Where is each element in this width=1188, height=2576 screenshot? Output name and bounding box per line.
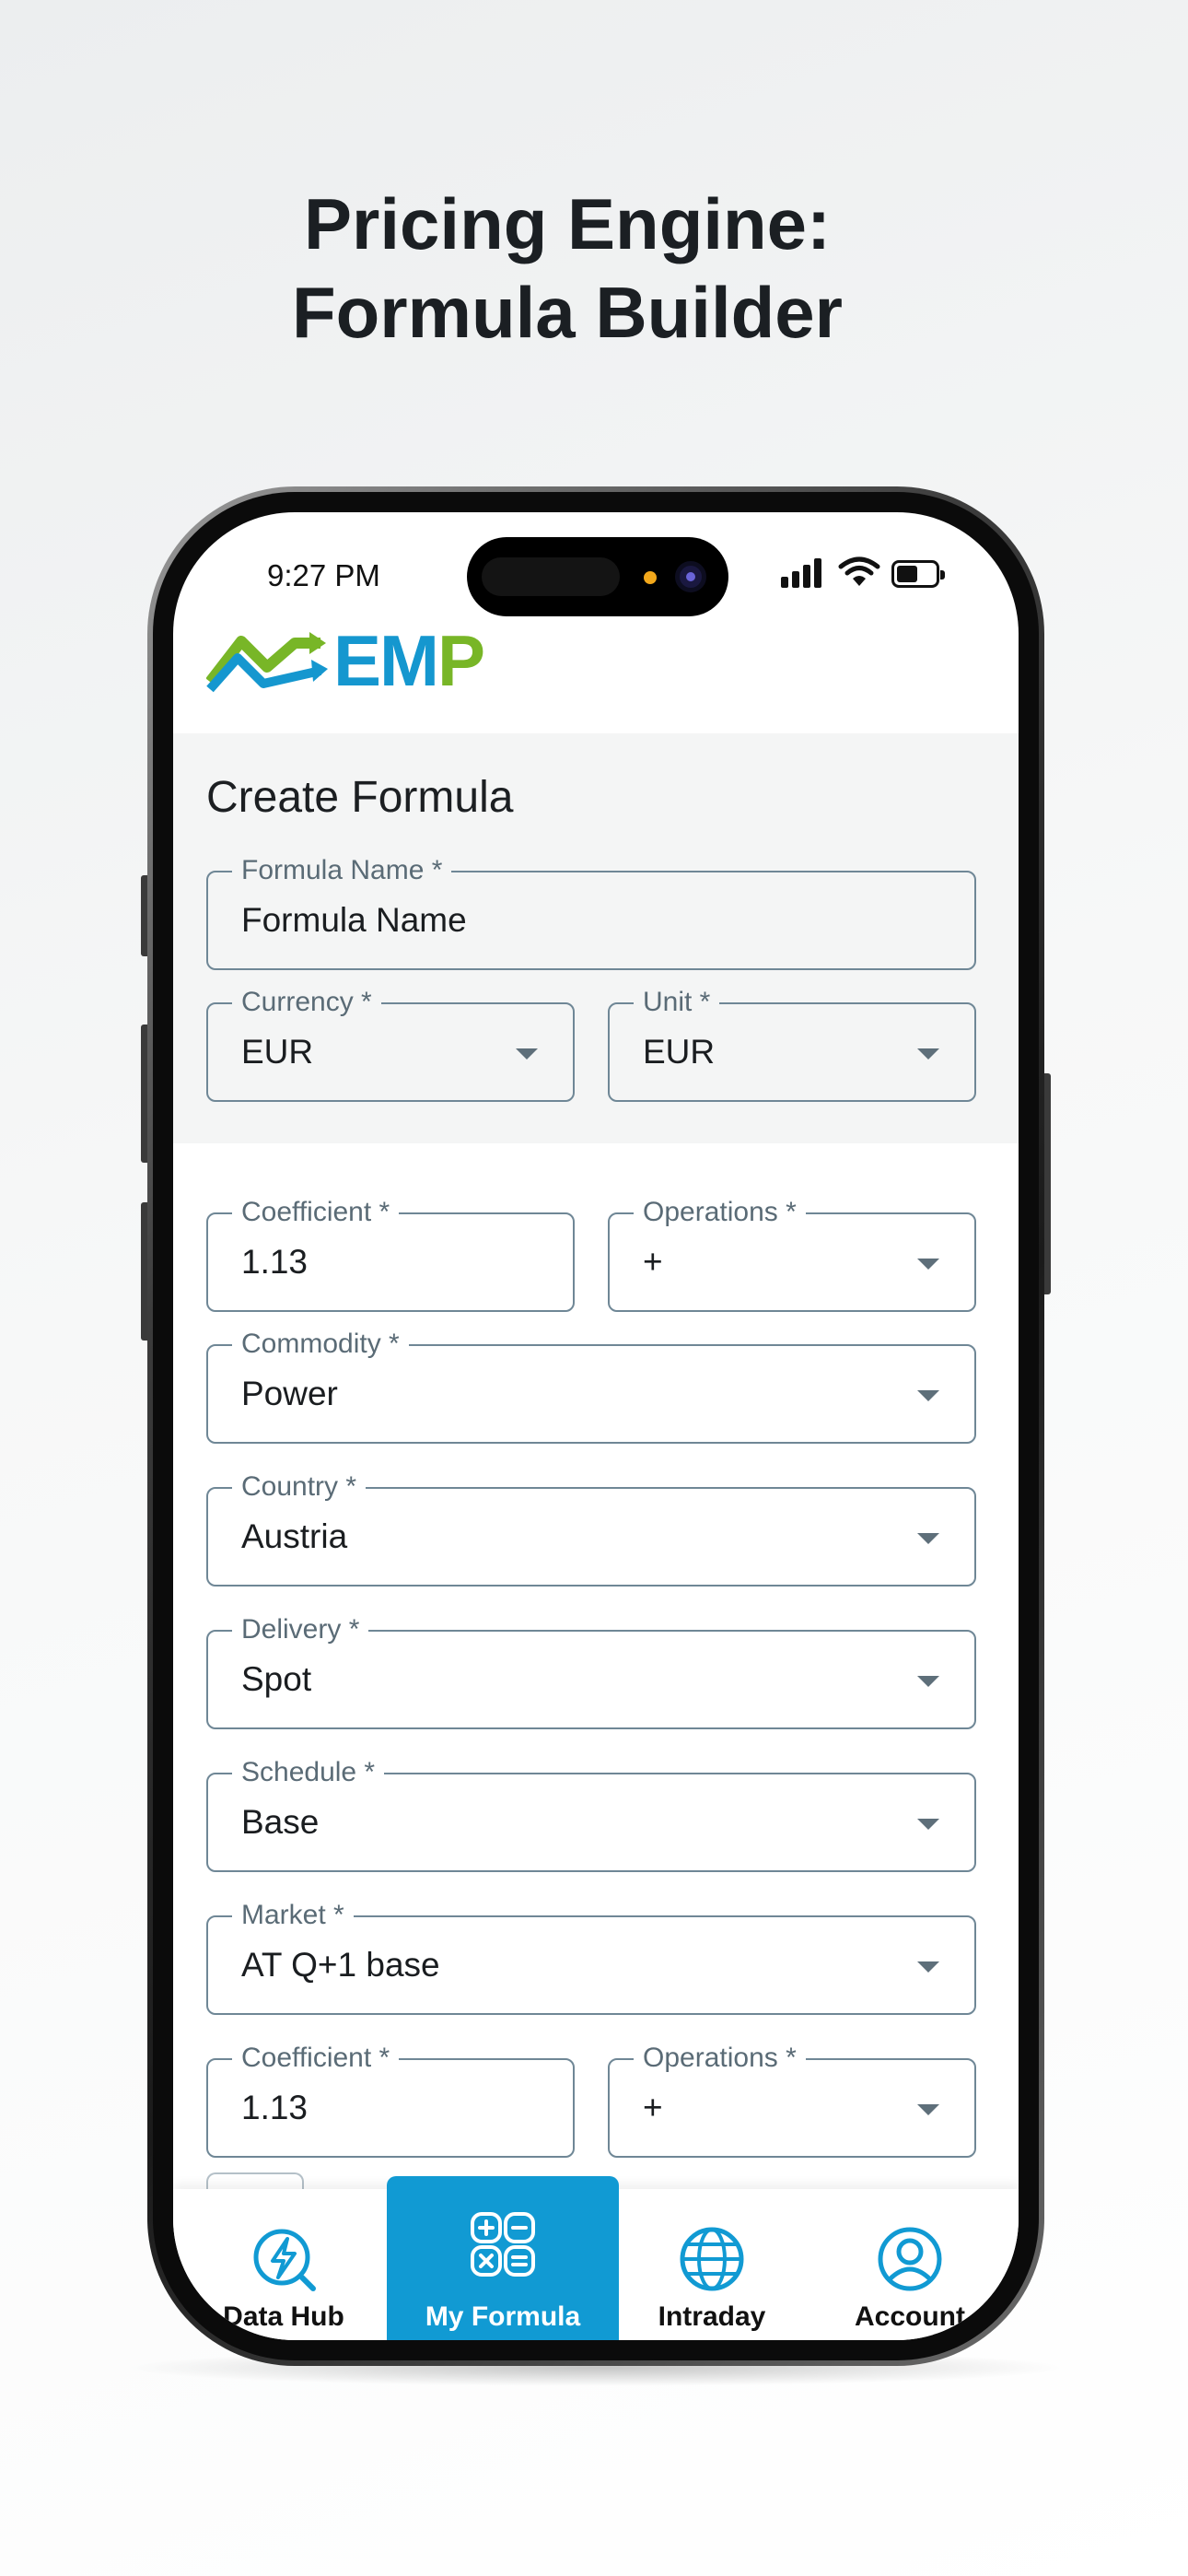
- currency-label: Currency *: [232, 986, 381, 1019]
- formula-name-label: Formula Name *: [232, 854, 452, 887]
- nav-label-data-hub: Data Hub: [223, 2301, 344, 2332]
- phone-screen: 9:27 PM EMP Create Formula Formula Name …: [173, 512, 1019, 2340]
- commodity-value: Power: [241, 1375, 338, 1412]
- phone-frame: 9:27 PM EMP Create Formula Formula Name …: [147, 486, 1044, 2366]
- currency-select[interactable]: Currency * EUR: [206, 986, 575, 1102]
- chevron-down-icon: [917, 1676, 939, 1687]
- nav-item-intraday[interactable]: Intraday: [634, 2189, 790, 2340]
- calculator-icon: [471, 2212, 535, 2277]
- chevron-down-icon: [917, 1961, 939, 1973]
- privacy-indicator-dot: [644, 571, 657, 584]
- chevron-down-icon: [917, 1819, 939, 1830]
- operations-select[interactable]: Operations * +: [608, 1196, 976, 1312]
- chevron-down-icon: [917, 1390, 939, 1401]
- logo-text-em: EM: [333, 620, 439, 701]
- logo-text-p: P: [437, 620, 485, 701]
- emp-logo: EMP: [206, 625, 538, 697]
- market-select[interactable]: Market * AT Q+1 base: [206, 1899, 976, 2015]
- unit-value: EUR: [643, 1033, 716, 1071]
- schedule-select[interactable]: Schedule * Base: [206, 1756, 976, 1872]
- nav-label-my-formula: My Formula: [425, 2301, 581, 2332]
- lightning-search-icon: [253, 2229, 316, 2291]
- coefficient-field[interactable]: Coefficient * 1.13: [206, 1196, 575, 1312]
- create-formula-title: Create Formula: [206, 773, 514, 822]
- operations-label: Operations *: [634, 1196, 806, 1229]
- country-label: Country *: [232, 1470, 367, 1504]
- user-circle-icon: [878, 2227, 942, 2291]
- unit-select[interactable]: Unit * EUR: [608, 986, 976, 1102]
- currency-value: EUR: [241, 1033, 314, 1071]
- dynamic-island: [467, 537, 728, 616]
- schedule-label: Schedule *: [232, 1756, 385, 1789]
- wifi-icon: [838, 556, 880, 586]
- coefficient-field-2[interactable]: Coefficient * 1.13: [206, 2042, 575, 2158]
- nav-label-intraday: Intraday: [658, 2301, 766, 2332]
- nav-item-data-hub[interactable]: Data Hub: [192, 2189, 376, 2340]
- coefficient-value-2: 1.13: [241, 2089, 309, 2126]
- schedule-value: Base: [241, 1803, 320, 1841]
- operations-label-2: Operations *: [634, 2042, 806, 2075]
- formula-name-value: Formula Name: [241, 901, 467, 939]
- delivery-select[interactable]: Delivery * Spot: [206, 1613, 976, 1729]
- operations-select-2[interactable]: Operations * +: [608, 2042, 976, 2158]
- promo-title-line-1: Pricing Engine:: [303, 183, 832, 264]
- delivery-label: Delivery *: [232, 1613, 369, 1646]
- signal-icon: [781, 556, 825, 588]
- coefficient-label-2: Coefficient *: [232, 2042, 400, 2075]
- bottom-navigation: Data Hub My Formula Intraday Account: [173, 2176, 1019, 2340]
- delivery-value: Spot: [241, 1660, 312, 1698]
- country-select[interactable]: Country * Austria: [206, 1470, 976, 1587]
- globe-icon: [680, 2227, 744, 2291]
- chevron-down-icon: [516, 1048, 538, 1060]
- chevron-down-icon: [917, 1259, 939, 1270]
- chevron-down-icon: [917, 1048, 939, 1060]
- status-time: 9:27 PM: [267, 558, 380, 592]
- chevron-down-icon: [917, 2104, 939, 2115]
- status-icons: [781, 556, 947, 590]
- nav-item-account[interactable]: Account: [818, 2189, 1002, 2340]
- logo-text: EMP: [333, 625, 485, 697]
- market-label: Market *: [232, 1899, 354, 1932]
- promo-title-line-2: Formula Builder: [291, 272, 844, 353]
- nav-item-my-formula[interactable]: My Formula: [387, 2176, 619, 2340]
- promo-title: Pricing Engine: Formula Builder: [0, 180, 1135, 357]
- emp-logo-arrows-icon: [206, 632, 328, 693]
- coefficient-value: 1.13: [241, 1243, 309, 1281]
- commodity-select[interactable]: Commodity * Power: [206, 1328, 976, 1444]
- commodity-label: Commodity *: [232, 1328, 409, 1361]
- nav-label-account: Account: [855, 2301, 965, 2332]
- front-camera: [675, 561, 706, 592]
- unit-label: Unit *: [634, 986, 720, 1019]
- market-value: AT Q+1 base: [241, 1946, 440, 1984]
- coefficient-label: Coefficient *: [232, 1196, 400, 1229]
- operations-value-2: +: [643, 2089, 663, 2126]
- formula-name-field[interactable]: Formula Name * Formula Name: [206, 854, 976, 970]
- phone-bezel: 9:27 PM EMP Create Formula Formula Name …: [153, 492, 1039, 2360]
- battery-icon: [891, 560, 945, 588]
- chevron-down-icon: [917, 1533, 939, 1544]
- operations-value: +: [643, 1243, 663, 1281]
- country-value: Austria: [241, 1517, 348, 1555]
- island-pill: [482, 557, 620, 596]
